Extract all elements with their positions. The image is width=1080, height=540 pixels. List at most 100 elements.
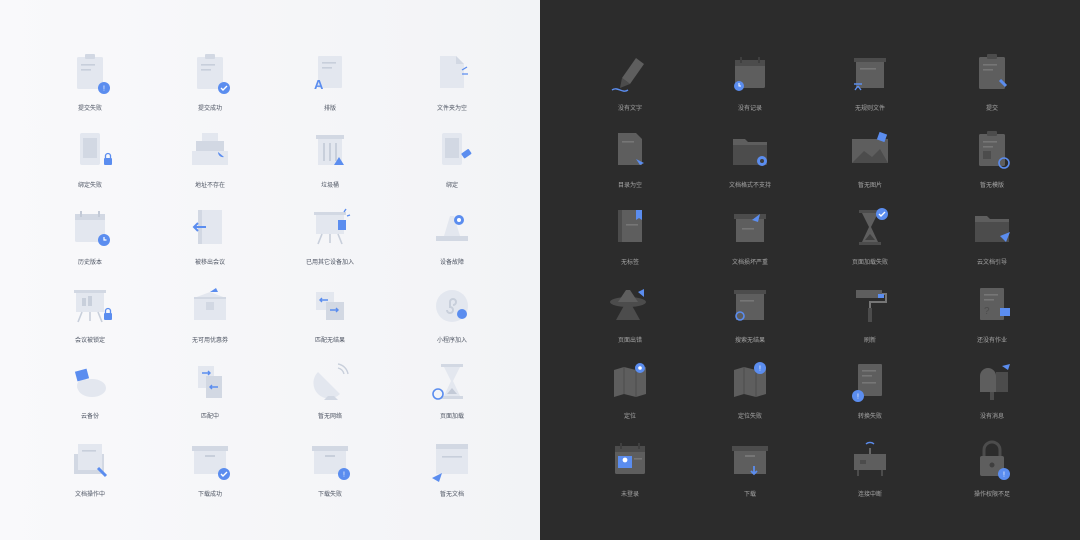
no-homework-icon: ? xyxy=(980,288,1010,320)
icon-label: 提交 xyxy=(985,106,998,112)
icon-label: 定位 xyxy=(623,414,636,420)
icon-label: 匹配中 xyxy=(200,414,219,420)
icon-cell: 下载成功 xyxy=(160,434,260,499)
page-loading-icon xyxy=(432,364,463,400)
icon-cell: 没有消息 xyxy=(942,356,1042,421)
icon-cell: 页面加载失败 xyxy=(820,202,920,267)
icon-label: 文档损坏严重 xyxy=(731,260,768,266)
icon-cell: 匹配中 xyxy=(160,356,260,421)
icon-label: 下载 xyxy=(743,492,756,498)
icon-cell: 刷新 xyxy=(820,280,920,345)
icon-label: 被移出会议 xyxy=(194,260,225,266)
icon-label: 还没有作业 xyxy=(976,338,1007,344)
icon-label: 绑定失败 xyxy=(77,183,102,189)
address-missing-icon xyxy=(192,133,228,165)
icon-label: 无标签 xyxy=(620,260,639,266)
light-panel: ! 提交失败 提交成功 A 排版 文件夹为空 绑定失败 地址不存在 垃圾桶 绑定 历史版本 被移出会议… xyxy=(0,0,540,540)
icon-label: 提交成功 xyxy=(197,106,222,112)
icon-cell: 提交成功 xyxy=(160,48,260,113)
icon-cell: 页面出错 xyxy=(580,280,680,345)
matching-icon xyxy=(198,366,222,398)
icon-label: 排版 xyxy=(323,106,336,112)
icon-label: 云备份 xyxy=(80,414,99,420)
icon-label: 暂无模版 xyxy=(979,183,1004,189)
icon-label: 没有消息 xyxy=(979,414,1004,420)
icon-label: 暂无图片 xyxy=(857,183,882,189)
no-coupon-icon xyxy=(194,288,226,320)
icon-cell: 未登录 xyxy=(580,434,680,499)
icon-label: 垃圾桶 xyxy=(320,183,339,189)
icon-label: 未登录 xyxy=(620,492,639,498)
no-template-icon xyxy=(979,131,1010,169)
no-permission-icon: ! xyxy=(980,440,1010,480)
icon-cell: 暂无图片 xyxy=(820,125,920,190)
icon-sheet: ! 提交失败 提交成功 A 排版 文件夹为空 绑定失败 地址不存在 垃圾桶 绑定 历史版本 被移出会议… xyxy=(0,0,1080,540)
icon-label: 文档操作中 xyxy=(74,492,105,498)
icon-cell: 设备故障 xyxy=(402,202,502,267)
icon-cell: 暂无模版 xyxy=(942,125,1042,190)
other-device-joined-icon xyxy=(314,208,351,245)
svg-text:!: ! xyxy=(857,393,859,400)
icon-cell: 历史版本 xyxy=(40,202,140,267)
removed-meeting-icon xyxy=(192,210,222,244)
icon-label: 连接中断 xyxy=(857,492,882,498)
doc-operating-icon xyxy=(74,444,108,478)
icon-cell: 定位 xyxy=(580,356,680,421)
icon-cell: 搜索无结果 xyxy=(700,280,800,345)
mini-program-join-icon xyxy=(436,290,468,322)
icon-label: 搜索无结果 xyxy=(734,338,765,344)
trash-icon xyxy=(316,135,344,165)
unsupported-format-icon xyxy=(733,139,767,166)
icon-label: 操作权限不足 xyxy=(973,492,1010,498)
icon-cell: 连接中断 xyxy=(820,434,920,499)
bind-icon xyxy=(442,133,472,165)
icon-cell: 云文档引导 xyxy=(942,202,1042,267)
convert-fail-icon: ! xyxy=(852,364,882,402)
meeting-locked-icon xyxy=(74,290,112,323)
icon-label: 绑定 xyxy=(445,183,458,189)
icon-cell: 地址不存在 xyxy=(160,125,260,190)
icon-cell: ! 定位失败 xyxy=(700,356,800,421)
icon-label: 文档格式不支持 xyxy=(728,183,771,189)
match-no-result-icon xyxy=(316,292,344,320)
location-icon xyxy=(614,363,646,397)
cloud-backup-icon xyxy=(74,368,106,397)
icon-label: 转换失败 xyxy=(857,414,882,420)
icon-cell: 云备份 xyxy=(40,356,140,421)
icon-cell: 绑定失败 xyxy=(40,125,140,190)
dark-panel: 没有文字 没有记录 无规则文件 提交 目录为空 文档格式不支持 暂无图片 暂无模版 无标签 文档损… xyxy=(540,0,1080,540)
connection-lost-icon xyxy=(854,441,886,476)
icon-label: 无规则文件 xyxy=(854,106,885,112)
download-fail-icon: ! xyxy=(312,446,350,480)
icon-label: 会议被锁定 xyxy=(74,338,105,344)
search-no-result-icon xyxy=(734,290,766,321)
icon-cell: ! 提交失败 xyxy=(40,48,140,113)
no-image-icon xyxy=(852,131,888,163)
download-icon xyxy=(732,446,768,476)
icon-cell: 匹配无结果 xyxy=(280,280,380,345)
icon-cell: 暂无文档 xyxy=(402,434,502,499)
icon-cell: 无标签 xyxy=(580,202,680,267)
icon-label: 页面加载失败 xyxy=(851,260,888,266)
page-error-icon xyxy=(610,289,646,320)
svg-text:!: ! xyxy=(343,471,345,478)
icon-cell: 无可用优惠券 xyxy=(160,280,260,345)
icon-label: 页面出错 xyxy=(617,338,642,344)
icon-label: 无可用优惠券 xyxy=(191,338,228,344)
page-load-fail-icon xyxy=(859,208,888,245)
icon-cell: 已用其它设备加入 xyxy=(280,202,380,267)
icon-label: 没有记录 xyxy=(737,106,762,112)
icon-cell: 会议被锁定 xyxy=(40,280,140,345)
icon-cell: ! 操作权限不足 xyxy=(942,434,1042,499)
icon-cell: 文件夹为空 xyxy=(402,48,502,113)
svg-text:!: ! xyxy=(1003,471,1005,478)
clipboard-success-icon xyxy=(197,54,230,94)
no-record-icon xyxy=(734,57,765,91)
icon-cell: 文档损坏严重 xyxy=(700,202,800,267)
not-logged-in-icon xyxy=(615,443,645,474)
no-network-icon xyxy=(313,363,349,400)
icon-cell: 无规则文件 xyxy=(820,48,920,113)
icon-label: 暂无文档 xyxy=(439,492,464,498)
no-tag-icon xyxy=(618,210,642,242)
icon-label: 暂无网络 xyxy=(317,414,342,420)
